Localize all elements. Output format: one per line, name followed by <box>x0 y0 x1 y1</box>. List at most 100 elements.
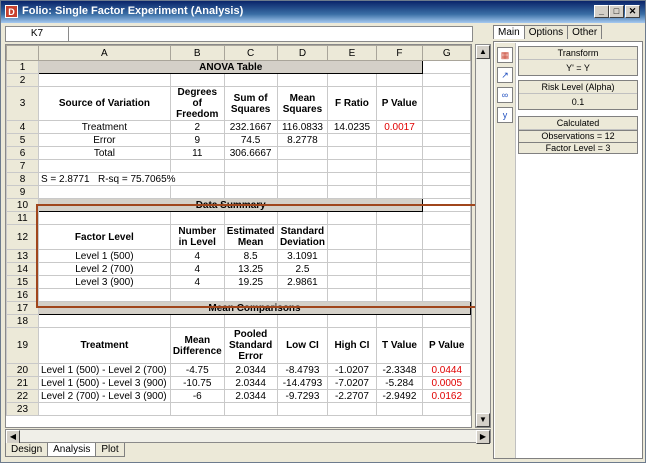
comparison-cell[interactable]: -6 <box>169 389 225 403</box>
anova-cell[interactable]: 9 <box>169 133 225 147</box>
anova-cell[interactable]: 8.2778 <box>276 133 329 147</box>
row-header[interactable]: 19 <box>6 327 39 364</box>
column-header-c[interactable]: C <box>223 45 278 61</box>
fit-stats-cell[interactable]: S = 2.8771 R-sq = 75.7065% <box>37 172 225 186</box>
row-header[interactable]: 9 <box>6 185 39 199</box>
row-header[interactable]: 17 <box>6 301 39 315</box>
anova-cell[interactable]: 74.5 <box>223 133 278 147</box>
anova-cell[interactable]: 116.0833 <box>276 120 329 134</box>
spreadsheet-table[interactable]: A B C D E F G 1 ANOVA Table 2 3 Source o… <box>6 45 471 416</box>
comparison-cell[interactable]: -10.75 <box>169 376 225 390</box>
summary-cell[interactable]: Level 2 (700) <box>37 262 171 276</box>
maximize-button[interactable]: □ <box>609 5 624 18</box>
row-header[interactable]: 20 <box>6 363 39 377</box>
response-icon[interactable]: y <box>497 107 513 123</box>
anova-cell[interactable]: 2 <box>169 120 225 134</box>
comparison-cell[interactable]: -2.2707 <box>327 389 377 403</box>
comparison-cell[interactable]: Level 1 (500) - Level 2 (700) <box>37 363 171 377</box>
horizontal-scrollbar[interactable]: ◀ ▶ <box>5 429 491 444</box>
comparison-cell[interactable]: -7.0207 <box>327 376 377 390</box>
row-header[interactable]: 22 <box>6 389 39 403</box>
row-header[interactable]: 15 <box>6 275 39 289</box>
transform-value[interactable]: Y' = Y <box>519 60 637 76</box>
tab-plot[interactable]: Plot <box>95 443 125 457</box>
column-header-a[interactable]: A <box>37 45 171 61</box>
scroll-right-icon[interactable]: ▶ <box>476 430 490 444</box>
row-header[interactable]: 4 <box>6 120 39 134</box>
summary-cell[interactable]: 4 <box>169 275 225 289</box>
comparison-cell[interactable]: 2.0344 <box>223 389 278 403</box>
comparison-cell[interactable]: 2.0344 <box>223 376 278 390</box>
summary-cell[interactable]: Level 3 (900) <box>37 275 171 289</box>
tab-other[interactable]: Other <box>567 25 603 39</box>
comparison-cell[interactable]: -9.7293 <box>276 389 329 403</box>
scroll-up-icon[interactable]: ▲ <box>476 45 490 59</box>
row-header[interactable]: 16 <box>6 288 39 302</box>
summary-cell[interactable]: 4 <box>169 249 225 263</box>
comparison-cell[interactable]: -5.284 <box>375 376 424 390</box>
app-icon[interactable]: D <box>5 5 18 18</box>
comparison-cell[interactable]: -8.4793 <box>276 363 329 377</box>
row-header[interactable]: 11 <box>6 211 39 225</box>
column-header-g[interactable]: G <box>422 45 471 61</box>
summary-cell[interactable]: 2.5 <box>276 262 329 276</box>
summary-cell[interactable]: 3.1091 <box>276 249 329 263</box>
tab-options[interactable]: Options <box>523 25 569 39</box>
comparison-p-value[interactable]: 0.0005 <box>422 376 471 390</box>
row-header[interactable]: 8 <box>6 172 39 186</box>
summary-cell[interactable]: Level 1 (500) <box>37 249 171 263</box>
scroll-down-icon[interactable]: ▼ <box>476 413 490 427</box>
row-header[interactable]: 21 <box>6 376 39 390</box>
column-header-e[interactable]: E <box>327 45 377 61</box>
anova-cell[interactable]: Error <box>37 133 171 147</box>
row-header[interactable]: 18 <box>6 314 39 328</box>
row-header[interactable]: 14 <box>6 262 39 276</box>
summary-cell[interactable]: 2.9861 <box>276 275 329 289</box>
comparison-cell[interactable]: -14.4793 <box>276 376 329 390</box>
anova-cell[interactable]: 11 <box>169 146 225 160</box>
tab-main[interactable]: Main <box>493 25 525 39</box>
risk-level-box[interactable]: Risk Level (Alpha) 0.1 <box>518 80 638 110</box>
summary-cell[interactable]: 8.5 <box>223 249 278 263</box>
column-header-b[interactable]: B <box>169 45 225 61</box>
tab-design[interactable]: Design <box>5 443 49 457</box>
anova-cell[interactable]: 14.0235 <box>327 120 377 134</box>
anova-cell[interactable]: Treatment <box>37 120 171 134</box>
comparison-cell[interactable]: -4.75 <box>169 363 225 377</box>
summary-cell[interactable]: 4 <box>169 262 225 276</box>
formula-bar[interactable]: K7 <box>5 26 473 42</box>
summary-cell[interactable]: 19.25 <box>223 275 278 289</box>
row-header[interactable]: 13 <box>6 249 39 263</box>
scroll-left-icon[interactable]: ◀ <box>6 430 20 444</box>
comparison-cell[interactable]: Level 1 (500) - Level 3 (900) <box>37 376 171 390</box>
row-header[interactable]: 5 <box>6 133 39 147</box>
anova-cell[interactable]: 306.6667 <box>223 146 278 160</box>
transform-box[interactable]: Transform Y' = Y <box>518 46 638 76</box>
plot-icon[interactable]: ↗ <box>497 67 513 83</box>
row-header[interactable]: 2 <box>6 73 39 87</box>
row-header[interactable]: 1 <box>6 60 39 74</box>
column-header-f[interactable]: F <box>375 45 424 61</box>
transform-icon[interactable]: ∞ <box>497 87 513 103</box>
calculate-icon[interactable]: ▦ <box>497 47 513 63</box>
anova-cell[interactable]: 232.1667 <box>223 120 278 134</box>
comparison-cell[interactable]: -1.0207 <box>327 363 377 377</box>
minimize-button[interactable]: _ <box>594 5 609 18</box>
comparison-p-value[interactable]: 0.0444 <box>422 363 471 377</box>
column-header-d[interactable]: D <box>276 45 329 61</box>
comparison-p-value[interactable]: 0.0162 <box>422 389 471 403</box>
row-header[interactable]: 7 <box>6 159 39 173</box>
row-header[interactable]: 3 <box>6 86 39 121</box>
row-header[interactable]: 6 <box>6 146 39 160</box>
cell-reference[interactable]: K7 <box>6 27 69 41</box>
summary-cell[interactable]: 13.25 <box>223 262 278 276</box>
risk-level-value[interactable]: 0.1 <box>519 94 637 110</box>
row-header[interactable]: 10 <box>6 198 39 212</box>
anova-p-value[interactable]: 0.0017 <box>375 120 424 134</box>
vertical-scrollbar[interactable]: ▲ ▼ <box>475 44 491 428</box>
anova-cell[interactable]: Total <box>37 146 171 160</box>
spreadsheet-grid[interactable]: A B C D E F G 1 ANOVA Table 2 3 Source o… <box>5 44 472 428</box>
comparison-cell[interactable]: 2.0344 <box>223 363 278 377</box>
row-header[interactable]: 12 <box>6 224 39 250</box>
corner-cell[interactable] <box>6 45 39 61</box>
